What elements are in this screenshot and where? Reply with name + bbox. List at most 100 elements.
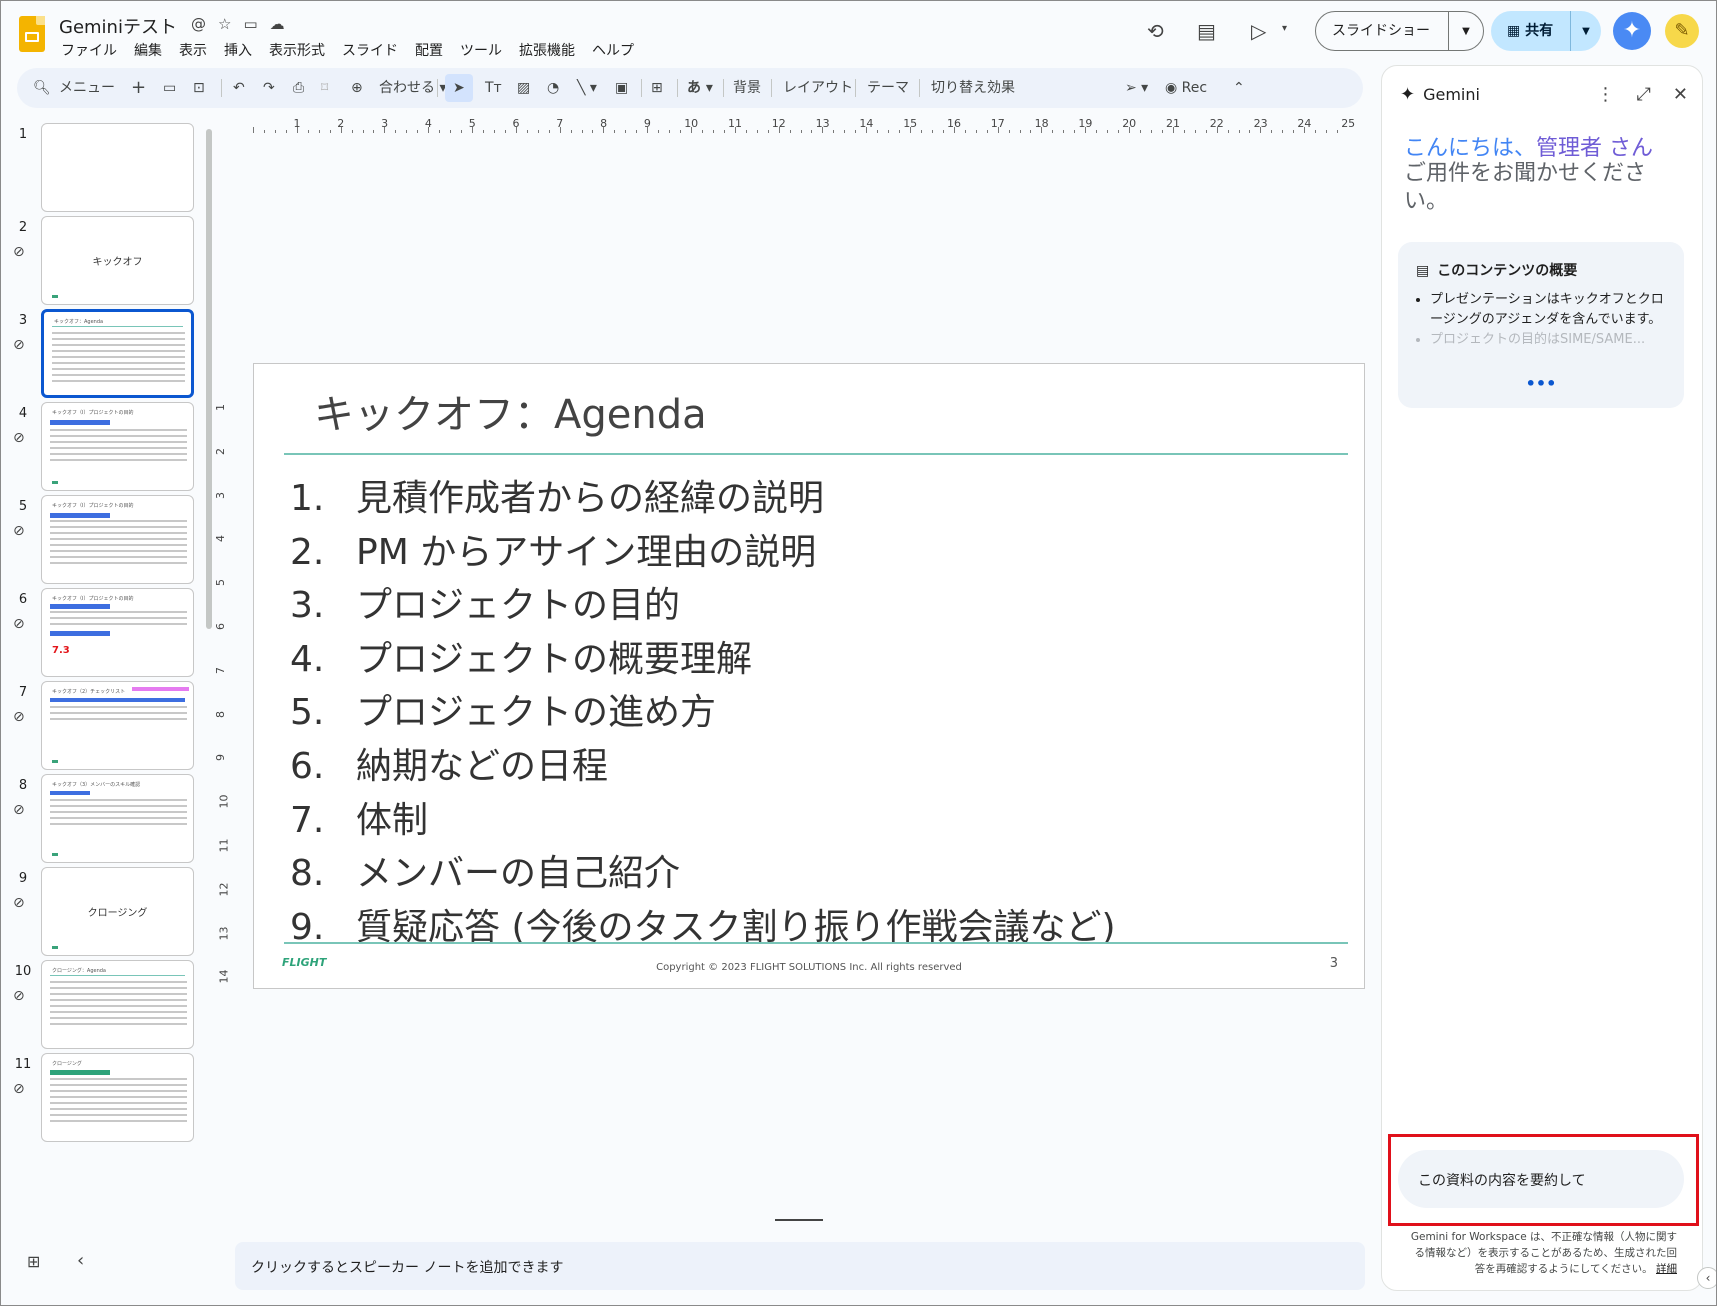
import-slide-icon[interactable]: ⊡ [193, 68, 205, 108]
pointer-icon[interactable]: ➢ ▾ [1125, 68, 1148, 108]
greeting: こんにちは、管理者 さん [1404, 130, 1653, 162]
footer-divider [284, 942, 1348, 944]
menu-file[interactable]: ファイル [61, 40, 117, 60]
video-insert-icon[interactable]: ▣ [615, 68, 628, 108]
transition-button[interactable]: 切り替え効果 [931, 68, 1015, 108]
ruler-number: 24 [1297, 117, 1312, 130]
collapse-toolbar-icon[interactable]: ⌃ [1233, 68, 1245, 108]
theme-button[interactable]: テーマ [867, 68, 909, 108]
slide-thumbnail-8[interactable]: キックオフ（3）メンバーのスキル確認 [41, 774, 194, 863]
slideshow-button[interactable]: スライドショー ▼ [1315, 11, 1484, 51]
menu-search-label[interactable]: メニュー [59, 68, 115, 108]
menu-format[interactable]: 表示形式 [269, 40, 325, 60]
ruler-tick [1315, 130, 1317, 133]
print-icon[interactable]: ⎙ [293, 68, 304, 108]
menu-insert[interactable]: 挿入 [224, 40, 252, 60]
close-icon[interactable]: ✕ [1673, 84, 1688, 105]
move-folder-icon[interactable]: ▭ [243, 15, 257, 33]
slide-thumbnail-6[interactable]: キックオフ（I）プロジェクトの目的 7.3 [41, 588, 194, 677]
slide-thumbnail-5[interactable]: キックオフ（I）プロジェクトの目的 [41, 495, 194, 584]
text-box-icon[interactable]: Tт [485, 68, 502, 108]
ruler-number: 5 [214, 579, 227, 587]
document-title[interactable]: Geminiテスト [59, 13, 177, 39]
slide-number: 9 [18, 871, 28, 886]
video-call-dropdown-icon[interactable]: ▾ [1282, 23, 1287, 34]
slide-layout-icon[interactable]: ▭ [163, 68, 176, 108]
slideshow-label[interactable]: スライドショー [1316, 12, 1449, 50]
content-summary-card[interactable]: ▤ このコンテンツの概要 プレゼンテーションはキックオフとクロージングのアジェンダ… [1398, 242, 1684, 408]
gemini-sparkle-icon[interactable]: ✦ [1613, 12, 1651, 50]
slide-thumbnail-1[interactable] [41, 123, 194, 212]
ruler-number: 5 [468, 117, 476, 130]
background-button[interactable]: 背景 [733, 68, 761, 108]
open-in-full-icon[interactable]: ⤢ [1637, 84, 1651, 105]
ruler-tick [362, 130, 364, 133]
link-icon: ⊘ [13, 988, 25, 1004]
at-icon[interactable]: @ [191, 15, 206, 33]
share-button[interactable]: ▦ 共有 ▼ [1491, 11, 1601, 51]
search-icon[interactable]: 🔍︎ [33, 68, 51, 108]
cloud-icon[interactable]: ☁ [270, 15, 285, 33]
comments-icon[interactable]: ▤ [1197, 19, 1216, 43]
slideshow-dropdown-icon[interactable]: ▼ [1449, 26, 1483, 37]
avatar[interactable]: ✎ [1665, 14, 1699, 48]
image-icon[interactable]: ▨ [517, 68, 530, 108]
slide-canvas[interactable]: キックオフ：Agenda 1. 見積作成者からの経緯の説明 2. PM からアサイン… [253, 363, 1365, 989]
share-dropdown-icon[interactable]: ▼ [1571, 26, 1601, 37]
menu-help[interactable]: ヘルプ [592, 40, 634, 60]
layout-button[interactable]: レイアウト [783, 68, 853, 108]
undo-icon[interactable]: ↶ [233, 68, 245, 108]
shape-icon[interactable]: ◔ [547, 68, 559, 108]
select-cursor-icon[interactable]: ➤ [453, 68, 465, 108]
slide-thumbnail-3[interactable]: キックオフ：Agenda [41, 309, 194, 398]
gemini-prompt-input[interactable]: この資料の内容を要約して [1398, 1150, 1684, 1208]
share-label[interactable]: ▦ 共有 [1491, 11, 1571, 51]
slide-thumbnail-4[interactable]: キックオフ（I）プロジェクトの目的 [41, 402, 194, 491]
line-icon[interactable]: ╲ ▾ [577, 68, 597, 108]
video-call-icon[interactable]: ▷ [1251, 19, 1266, 43]
slide-number: 1 [18, 127, 28, 142]
menu-edit[interactable]: 編集 [134, 40, 162, 60]
summary-list: プレゼンテーションはキックオフとクロージングのアジェンダを含んでいます。 プロジ… [1430, 290, 1676, 350]
slide-thumbnail-9[interactable]: クロージング [41, 867, 194, 956]
filmstrip-scrollbar[interactable] [206, 129, 212, 629]
rec-button[interactable]: ◉ Rec [1165, 68, 1207, 108]
agenda-item: 2. PM からアサイン理由の説明 [290, 526, 1116, 580]
redo-icon[interactable]: ↷ [263, 68, 275, 108]
details-link[interactable]: 詳細 [1656, 1263, 1677, 1275]
slides-logo-icon[interactable] [19, 16, 45, 52]
menu-arrange[interactable]: 配置 [415, 40, 443, 60]
ruler-tick [1282, 130, 1284, 133]
slide-thumbnail-2[interactable]: キックオフ [41, 216, 194, 305]
comment-add-icon[interactable]: ⊞ [651, 68, 663, 108]
slide-thumbnail-10[interactable]: クロージング：Agenda [41, 960, 194, 1049]
grid-view-icon[interactable]: ⊞ [27, 1252, 40, 1271]
app-header: Geminiテスト @ ☆ ▭ ☁ ファイル 編集 表示 挿入 表示形式 スライ… [1, 1, 1716, 63]
menu-slide[interactable]: スライド [342, 40, 398, 60]
input-tools-select[interactable]: あ ▾ [687, 68, 713, 108]
slide-thumbnail-11[interactable]: クロージング [41, 1053, 194, 1142]
more-vert-icon[interactable]: ⋮ [1597, 84, 1615, 105]
more-horiz-icon[interactable]: ••• [1398, 374, 1684, 393]
agenda-list[interactable]: 1. 見積作成者からの経緯の説明 2. PM からアサイン理由の説明 3. プロジェク… [290, 472, 1116, 954]
history-icon[interactable]: ⟲ [1147, 19, 1164, 43]
agenda-item: 1. 見積作成者からの経緯の説明 [290, 472, 1116, 526]
speaker-notes[interactable]: クリックするとスピーカー ノートを追加できます [235, 1242, 1365, 1290]
menu-bar: ファイル 編集 表示 挿入 表示形式 スライド 配置 ツール 拡張機能 ヘルプ [61, 40, 634, 60]
menu-tools[interactable]: ツール [460, 40, 502, 60]
menu-view[interactable]: 表示 [179, 40, 207, 60]
ruler-tick [1107, 130, 1109, 133]
greeting-name: 管理者 さん [1536, 136, 1654, 161]
zoom-icon[interactable]: ⊕ [351, 68, 363, 108]
chevron-left-icon[interactable]: ‹ [1697, 1267, 1716, 1289]
paint-format-icon[interactable]: ⌑ [321, 68, 328, 108]
slide-title[interactable]: キックオフ：Agenda [314, 382, 707, 440]
slide-thumbnail-7[interactable]: キックオフ（2）チェックリスト [41, 681, 194, 770]
notes-resize-handle[interactable] [775, 1219, 823, 1221]
thumb-big-number: 7.3 [52, 645, 70, 656]
new-slide-icon[interactable]: + [131, 68, 146, 108]
menu-extensions[interactable]: 拡張機能 [519, 40, 575, 60]
star-icon[interactable]: ☆ [218, 15, 231, 33]
ruler-tick [789, 130, 791, 133]
collapse-filmstrip-icon[interactable]: ‹ [77, 1250, 84, 1271]
